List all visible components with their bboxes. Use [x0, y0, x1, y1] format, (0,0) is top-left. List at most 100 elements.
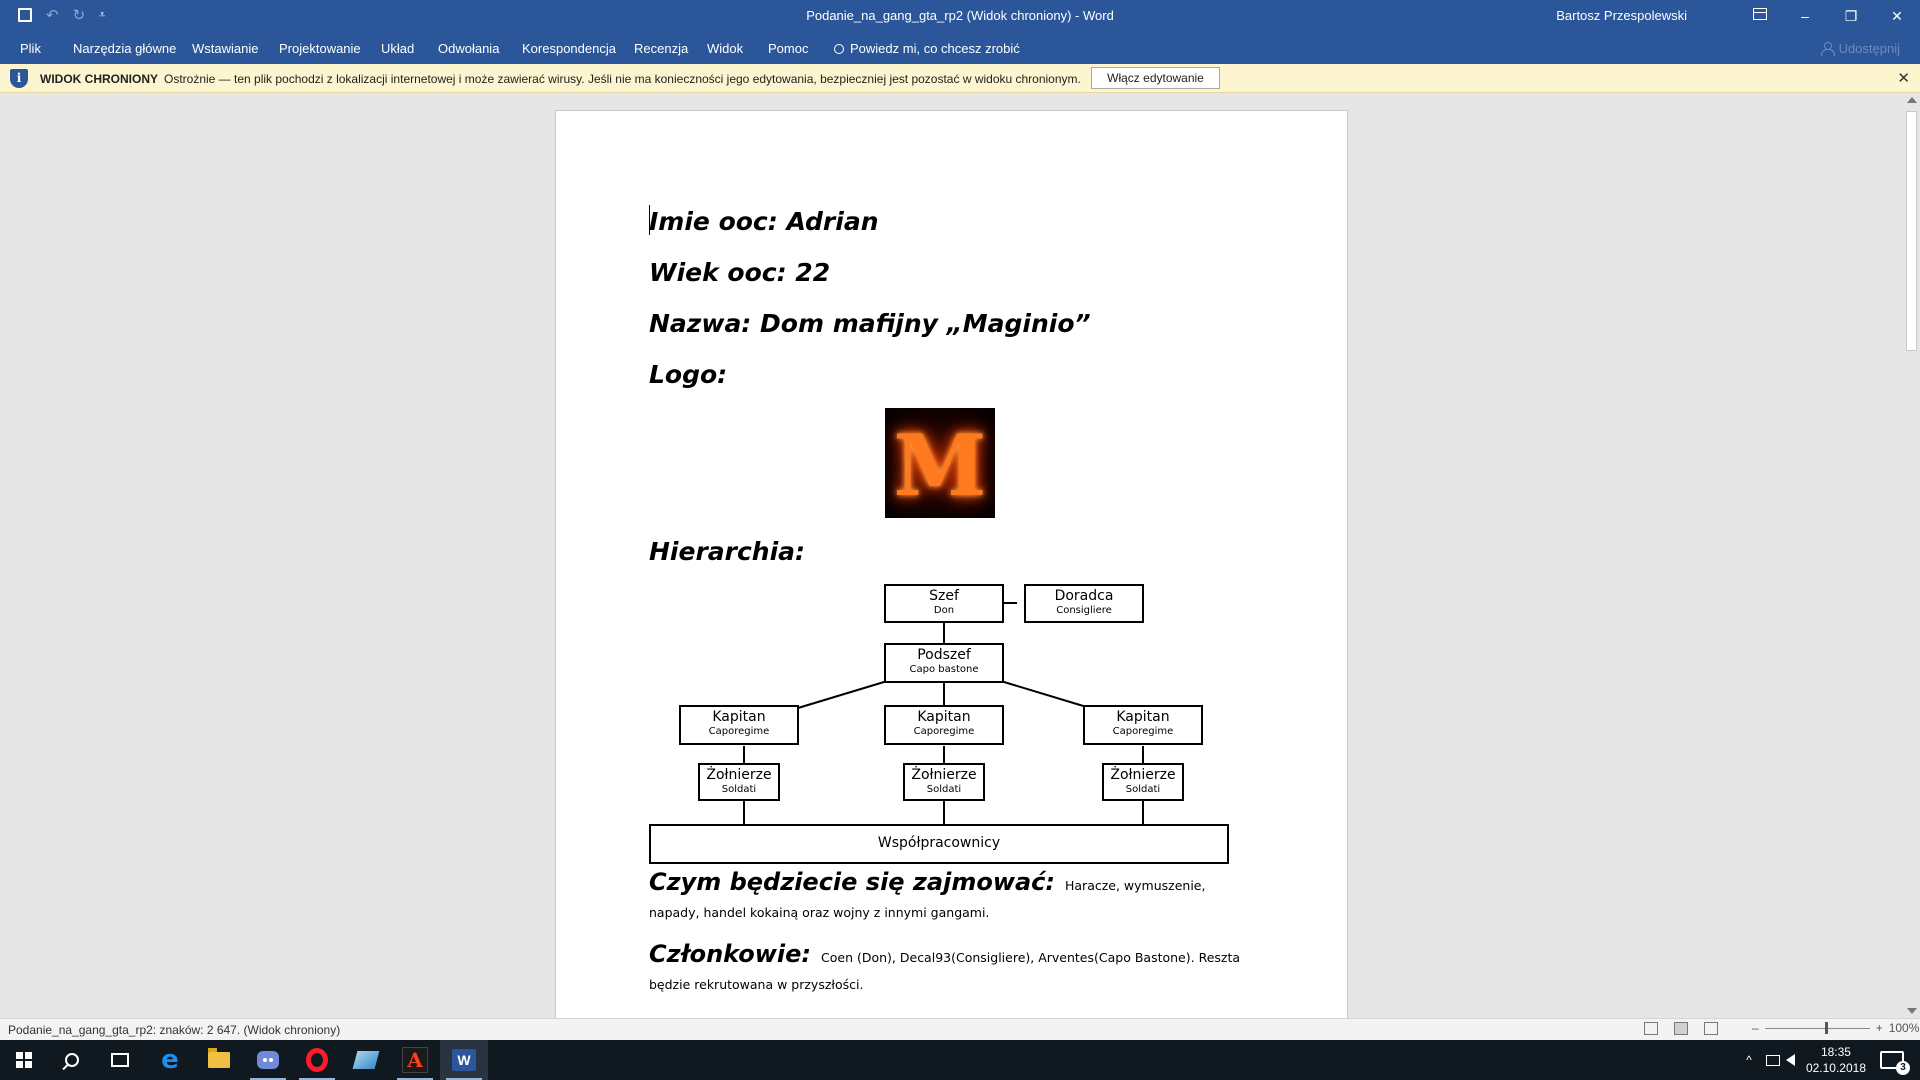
logo-label: Logo:	[649, 360, 728, 389]
node-advisor: Doradca Consigliere	[1024, 584, 1144, 623]
minimize-button[interactable]: –	[1782, 0, 1828, 32]
zoom-slider-thumb[interactable]	[1824, 1021, 1828, 1034]
tab-view[interactable]: Widok	[707, 41, 743, 56]
tab-help[interactable]: Pomoc	[768, 41, 808, 56]
node-captain-title: Kapitan	[712, 709, 766, 725]
node-captain-title: Kapitan	[917, 709, 971, 725]
scroll-down-arrow-icon[interactable]	[1907, 1008, 1917, 1014]
file-explorer-icon	[208, 1048, 230, 1068]
node-captain: Kapitan Caporegime	[884, 705, 1004, 745]
tab-layout[interactable]: Układ	[381, 41, 414, 56]
node-underboss: Podszef Capo bastone	[884, 643, 1004, 683]
hierarchy-diagram: Szef Don Doradca Consigliere Podszef Cap…	[649, 571, 1231, 864]
document-page[interactable]: Imie ooc: Adrian Wiek ooc: 22 Nazwa: Dom…	[555, 110, 1348, 1030]
zoom-level[interactable]: 100%	[1889, 1021, 1920, 1035]
zoom-out-button[interactable]: –	[1752, 1021, 1759, 1035]
enable-editing-button[interactable]: Włącz edytowanie	[1091, 67, 1220, 89]
chevron-up-icon[interactable]: ^	[1738, 1053, 1760, 1067]
search-icon	[65, 1053, 79, 1067]
connector-underboss-captain-3	[1003, 681, 1091, 709]
person-icon	[1820, 42, 1835, 56]
clock-time: 18:35	[1820, 1045, 1851, 1059]
network-icon[interactable]	[1765, 1054, 1780, 1066]
protected-view-bar: i WIDOK CHRONIONY Ostrożnie — ten plik p…	[0, 64, 1920, 93]
zoom-control: – + 100%	[1752, 1021, 1919, 1035]
node-associates-title: Współpracownicy	[877, 835, 1001, 851]
taskbar-app-explorer[interactable]	[195, 1040, 243, 1080]
notification-count-badge: 3	[1896, 1061, 1910, 1075]
taskbar-app-6[interactable]: A	[391, 1040, 439, 1080]
tell-me-label: Powiedz mi, co chcesz zrobić	[850, 41, 1020, 56]
taskbar-app-discord[interactable]	[244, 1040, 292, 1080]
node-captain-subtitle: Caporegime	[708, 726, 770, 737]
node-boss-subtitle: Don	[933, 605, 955, 616]
ooc-age-line: Wiek ooc: 22	[649, 258, 831, 287]
ribbon-display-options-icon[interactable]	[1753, 8, 1767, 20]
window-controls: – ❐ ✕	[1782, 0, 1920, 32]
word-count-status[interactable]: Podanie_na_gang_gta_rp2: znaków: 2 647. …	[8, 1023, 340, 1037]
restore-button[interactable]: ❐	[1828, 0, 1874, 32]
node-underboss-subtitle: Capo bastone	[909, 664, 979, 675]
tab-home[interactable]: Narzędzia główne	[73, 41, 176, 56]
taskbar-app-edge[interactable]: e	[146, 1040, 194, 1080]
node-captain-subtitle: Caporegime	[913, 726, 975, 737]
protected-view-message: Ostrożnie — ten plik pochodzi z lokaliza…	[164, 72, 1081, 86]
tab-design[interactable]: Projektowanie	[279, 41, 361, 56]
activities-heading: Czym będziecie się zajmować:	[649, 868, 1056, 896]
hierarchy-label: Hierarchia:	[649, 537, 806, 566]
clock[interactable]: 18:35 02.10.2018	[1806, 1044, 1866, 1076]
tab-review[interactable]: Recenzja	[634, 41, 688, 56]
scroll-up-arrow-icon[interactable]	[1907, 97, 1917, 103]
node-captain-subtitle: Caporegime	[1112, 726, 1174, 737]
lightbulb-search-icon	[834, 44, 844, 54]
node-soldiers: Żołnierze Soldati	[1102, 763, 1184, 801]
taskbar-app-opera[interactable]	[293, 1040, 341, 1080]
user-name[interactable]: Bartosz Przespolewski	[1556, 8, 1687, 23]
taskbar: e A W ^ 18:35 02.10.2018 3	[0, 1040, 1920, 1080]
tab-insert[interactable]: Wstawianie	[192, 41, 258, 56]
node-captain: Kapitan Caporegime	[679, 705, 799, 745]
read-mode-icon[interactable]	[1644, 1022, 1658, 1035]
close-button[interactable]: ✕	[1874, 0, 1920, 32]
node-captain-title: Kapitan	[1116, 709, 1170, 725]
members-paragraph: Członkowie: Coen (Don), Decal93(Consigli…	[649, 941, 1249, 998]
tab-references[interactable]: Odwołania	[438, 41, 499, 56]
node-advisor-title: Doradca	[1054, 588, 1114, 604]
tab-mailings[interactable]: Korespondencja	[522, 41, 616, 56]
start-button[interactable]	[0, 1040, 48, 1080]
ribbon-tabs: Plik Narzędzia główne Wstawianie Projekt…	[0, 32, 1920, 64]
status-bar: Podanie_na_gang_gta_rp2: znaków: 2 647. …	[0, 1018, 1920, 1040]
web-layout-icon[interactable]	[1704, 1022, 1718, 1035]
node-soldiers-subtitle: Soldati	[926, 784, 962, 795]
ooc-name-line: Imie ooc: Adrian	[649, 207, 879, 236]
taskbar-app-word[interactable]: W	[440, 1040, 488, 1080]
clock-date: 02.10.2018	[1805, 1061, 1866, 1075]
edge-browser-icon: e	[161, 1045, 179, 1075]
tell-me-box[interactable]: Powiedz mi, co chcesz zrobić	[834, 41, 1020, 56]
action-center-icon[interactable]: 3	[1880, 1051, 1910, 1075]
word-icon: W	[452, 1049, 476, 1071]
share-button[interactable]: Udostępnij	[1820, 41, 1900, 56]
print-layout-icon[interactable]	[1674, 1022, 1688, 1035]
opera-browser-icon	[306, 1048, 328, 1072]
windows-logo-icon	[16, 1052, 32, 1068]
node-soldiers-subtitle: Soldati	[721, 784, 757, 795]
close-message-bar-icon[interactable]: ✕	[1897, 69, 1910, 87]
scroll-thumb[interactable]	[1906, 111, 1917, 351]
search-button[interactable]	[48, 1040, 96, 1080]
share-label: Udostępnij	[1838, 41, 1900, 56]
node-boss-title: Szef	[929, 588, 959, 604]
node-soldiers: Żołnierze Soldati	[698, 763, 780, 801]
connector-underboss-captain-1	[797, 681, 885, 709]
tab-file[interactable]: Plik	[20, 41, 41, 56]
volume-icon[interactable]	[1785, 1054, 1795, 1066]
task-view-icon	[111, 1053, 129, 1067]
task-view-button[interactable]	[96, 1040, 144, 1080]
node-soldiers-title: Żołnierze	[706, 767, 772, 783]
vertical-scrollbar[interactable]	[1903, 93, 1920, 1018]
taskbar-app-5[interactable]	[342, 1040, 390, 1080]
node-associates: Współpracownicy	[649, 824, 1229, 864]
zoom-in-button[interactable]: +	[1876, 1021, 1883, 1035]
discord-icon	[257, 1051, 279, 1069]
zoom-slider[interactable]	[1764, 1021, 1870, 1034]
